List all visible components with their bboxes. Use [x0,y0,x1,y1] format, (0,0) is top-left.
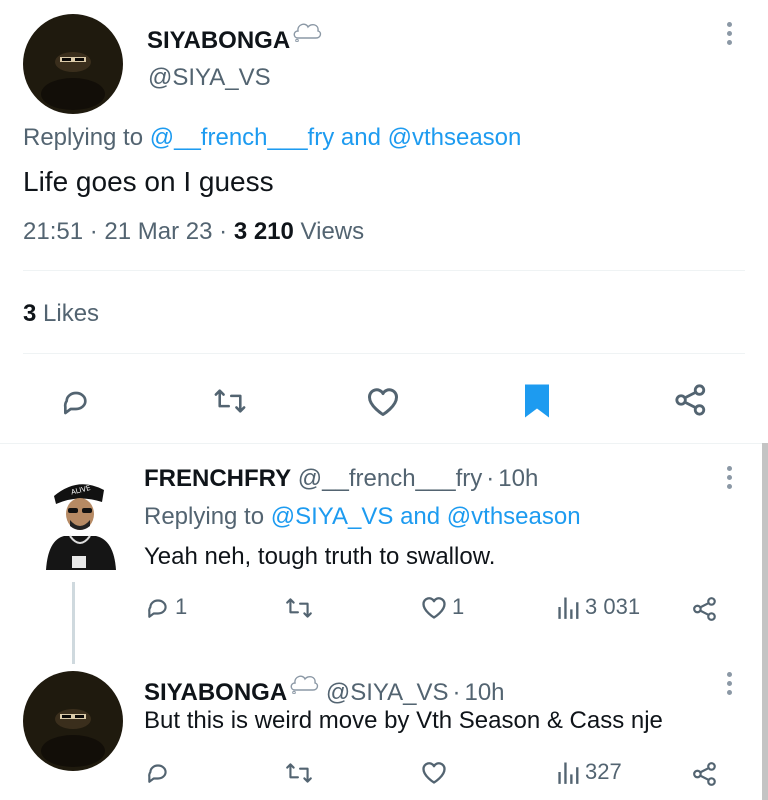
likes-count: 3 [23,300,37,327]
reply-author-avatar[interactable]: ALIVE [40,474,120,570]
reply-author-display-name[interactable]: SIYABONGA [144,679,287,706]
reply-time[interactable]: 10h [464,679,504,706]
reply-header: SIYABONGA @SIYA_VS · 10h [144,672,505,707]
replying-to-label: Replying to [23,124,144,151]
thought-bubble-icon [289,672,319,701]
share-icon [675,384,706,416]
replying-to-user-link[interactable]: @SIYA_VS [271,503,394,530]
reply-author-handle[interactable]: @SIYA_VS [326,679,449,706]
retweet-button[interactable] [284,760,314,786]
like-icon [422,762,446,784]
main-author-name-row: SIYABONGA [147,20,322,55]
share-icon [693,597,716,621]
reply-author-display-name[interactable]: FRENCHFRY [144,465,291,492]
reply-icon [148,599,167,618]
meta-separator: · [486,465,495,492]
meta-separator: · [219,218,228,245]
reply-author-avatar[interactable] [23,671,123,771]
like-count: 1 [452,594,465,619]
likes-summary[interactable]: 3 Likes [23,300,99,328]
reply-text: But this is weird move by Vth Season & C… [144,707,663,734]
reply-button[interactable] [145,759,171,785]
main-author-avatar[interactable] [23,14,123,114]
more-icon[interactable] [726,466,732,489]
reply-icon [148,764,167,783]
section-divider [0,443,768,444]
share-button[interactable] [674,383,708,422]
reply-author-handle[interactable]: @__french___fry [298,465,482,492]
views-button[interactable]: 327 [557,759,622,785]
replying-to-user-link[interactable]: @vthseason [447,503,581,530]
main-author-handle[interactable]: @SIYA_VS [148,64,271,92]
retweet-icon [286,763,312,783]
main-replying-to: Replying to @__french___fry and @vthseas… [23,124,521,152]
more-icon[interactable] [726,22,732,45]
views-button[interactable]: 3 031 [557,594,640,620]
reply-icon [63,391,87,415]
replying-to-and[interactable]: and [400,503,440,530]
share-button[interactable] [692,761,718,792]
main-author-display-name[interactable]: SIYABONGA [147,27,290,54]
replying-to-user-link[interactable]: @__french___fry [150,124,334,151]
share-icon [693,762,716,786]
likes-label: Likes [43,300,100,327]
divider [23,353,745,354]
meta-separator: · [89,218,98,245]
share-button[interactable] [692,596,718,627]
more-icon[interactable] [726,672,732,695]
replying-to-and[interactable]: and [341,124,381,151]
scrollbar[interactable] [762,443,768,800]
like-button[interactable] [365,384,401,423]
bookmark-button[interactable] [522,383,552,424]
retweet-icon [214,389,246,413]
main-tweet-meta: 21:51 · 21 Mar 23 · 3 210 Views [23,218,364,246]
tweet-time[interactable]: 21:51 [23,218,83,245]
replying-to-user-link[interactable]: @vthseason [388,124,522,151]
reply-count: 1 [175,594,188,619]
meta-separator: · [452,679,461,706]
thought-bubble-icon [292,20,322,49]
views-label: Views [300,218,365,245]
views-icon [558,597,579,619]
views-icon [558,762,579,784]
tweet-date[interactable]: 21 Mar 23 [104,218,212,245]
reply-time[interactable]: 10h [498,465,538,492]
reply-button[interactable] [60,385,92,422]
retweet-button[interactable] [284,595,314,621]
retweet-icon [286,598,312,618]
views-count: 3 031 [585,594,641,619]
views-count: 3 210 [233,218,294,245]
reply-header: FRENCHFRY @__french___fry · 10h [144,465,538,493]
reply-button[interactable]: 1 [145,594,187,620]
replying-to-label: Replying to [144,503,265,530]
like-icon [368,388,398,416]
like-button[interactable]: 1 [420,594,464,620]
divider [23,270,745,271]
reply-text: Yeah neh, tough truth to swallow. [144,543,496,570]
views-count: 327 [585,759,622,784]
retweet-button[interactable] [212,385,248,422]
bookmark-icon [525,384,549,418]
main-tweet-text: Life goes on I guess [23,166,274,197]
reply-replying-to: Replying to @SIYA_VS and @vthseason [144,503,581,531]
like-button[interactable] [420,759,448,785]
like-icon [422,597,446,619]
thread-line [72,582,75,664]
